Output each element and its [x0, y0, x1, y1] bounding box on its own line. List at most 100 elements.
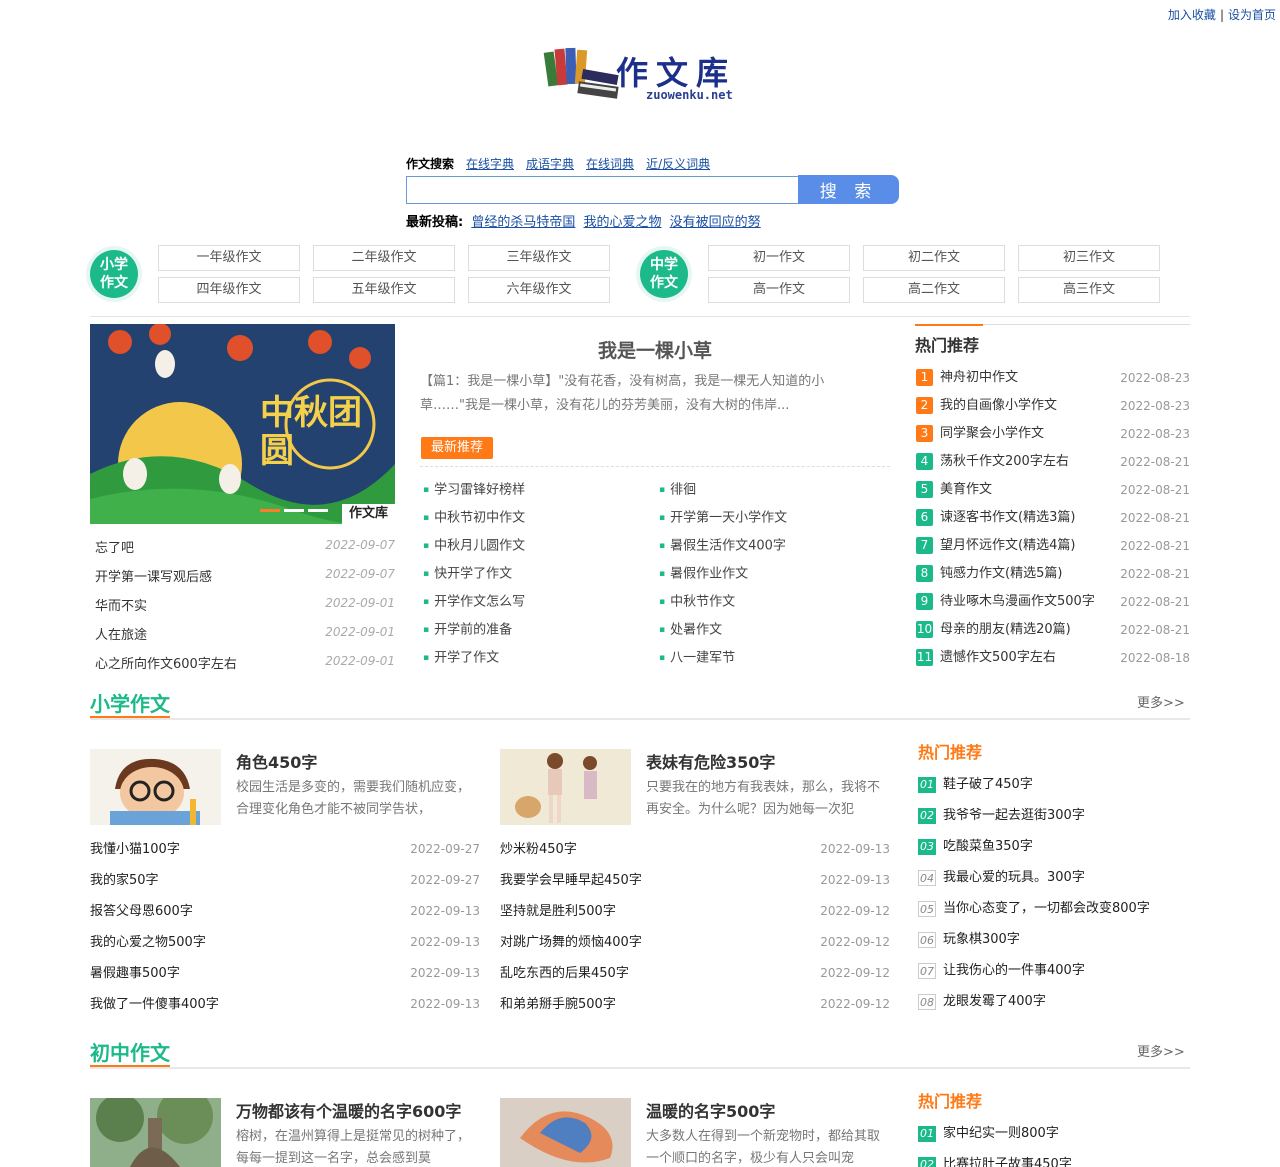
hot-list-item[interactable]: 8 钝感力作文(精选5篇) 2022-08-21 [916, 560, 1190, 588]
hot-list-item[interactable]: 11 遗憾作文500字左右 2022-08-18 [916, 644, 1190, 672]
grade-button[interactable]: 六年级作文 [468, 277, 610, 303]
hot-list-item[interactable]: 9 待业啄木鸟漫画作文500字 2022-08-21 [916, 588, 1190, 616]
tab-synonym-dictionary[interactable]: 近/反义词典 [646, 155, 710, 172]
list-item[interactable]: 中秋节作文 [659, 588, 889, 616]
grade-button[interactable]: 一年级作文 [158, 245, 300, 271]
featured-title[interactable]: 我是一棵小草 [420, 336, 890, 363]
list-item[interactable]: 我的家50字 2022-09-27 [90, 865, 480, 896]
grade-button[interactable]: 四年级作文 [158, 277, 300, 303]
list-item[interactable]: 八一建军节 [659, 644, 889, 672]
grade-button[interactable]: 高一作文 [708, 277, 850, 303]
hot-list-item[interactable]: 01 家中纪实一则800字 [918, 1118, 1190, 1149]
add-favorite-link[interactable]: 加入收藏 [1168, 8, 1216, 22]
list-item-title: 坚持就是胜利500字 [500, 904, 616, 919]
set-homepage-link[interactable]: 设为首页 [1228, 8, 1276, 22]
grade-button[interactable]: 二年级作文 [313, 245, 455, 271]
site-logo[interactable]: 作文库 zuowenku.net [542, 44, 752, 106]
banner-dot[interactable] [260, 509, 280, 512]
list-item[interactable]: 心之所向作文600字左右 2022-09-01 [90, 650, 395, 679]
card-image[interactable] [90, 1098, 221, 1167]
list-item[interactable]: 我做了一件傻事400字 2022-09-13 [90, 989, 480, 1020]
hot-list-item[interactable]: 2 我的自画像小学作文 2022-08-23 [916, 392, 1190, 420]
grade-button[interactable]: 高二作文 [863, 277, 1005, 303]
tab-composition-search[interactable]: 作文搜索 [406, 155, 454, 172]
tab-online-dictionary[interactable]: 在线字典 [466, 155, 514, 172]
hot-list-item[interactable]: 07 让我伤心的一件事400字 [918, 955, 1190, 986]
grade-button[interactable]: 初一作文 [708, 245, 850, 271]
list-item[interactable]: 开学了作文 [423, 644, 653, 672]
list-item[interactable]: 忘了吧 2022-09-07 [90, 534, 395, 563]
card-image[interactable] [500, 749, 631, 825]
hot-list-item[interactable]: 3 同学聚会小学作文 2022-08-23 [916, 420, 1190, 448]
rank-badge: 06 [918, 931, 936, 948]
search-input[interactable] [406, 176, 799, 204]
list-item[interactable]: 开学前的准备 [423, 616, 653, 644]
list-item[interactable]: 乱吃东西的后果450字 2022-09-12 [500, 958, 890, 989]
list-item[interactable]: 坚持就是胜利500字 2022-09-12 [500, 896, 890, 927]
hot-list-item[interactable]: 10 母亲的朋友(精选20篇) 2022-08-21 [916, 616, 1190, 644]
hot-list-item-title: 比赛拉肚子故事450字 [943, 1157, 1072, 1167]
card-title[interactable]: 万物都该有个温暖的名字600字 [236, 1098, 461, 1122]
rank-badge: 5 [916, 481, 933, 498]
list-item[interactable]: 报答父母恩600字 2022-09-13 [90, 896, 480, 927]
list-item[interactable]: 处暑作文 [659, 616, 889, 644]
list-item[interactable]: 学习雷锋好榜样 [423, 476, 653, 504]
list-item[interactable]: 暑假趣事500字 2022-09-13 [90, 958, 480, 989]
list-item[interactable]: 中秋节初中作文 [423, 504, 653, 532]
list-item[interactable]: 对跳广场舞的烦恼400字 2022-09-12 [500, 927, 890, 958]
list-item[interactable]: 快开学了作文 [423, 560, 653, 588]
hot-list-item[interactable]: 01 鞋子破了450字 [918, 769, 1190, 800]
middle-more-link[interactable]: 更多>> [1137, 1041, 1185, 1060]
banner-dot[interactable] [284, 509, 304, 512]
hot-list-item[interactable]: 1 神舟初中作文 2022-08-23 [916, 364, 1190, 392]
list-item[interactable]: 华而不实 2022-09-01 [90, 592, 395, 621]
hot-list-item[interactable]: 05 当你心态变了，一切都会改变800字 [918, 893, 1190, 924]
hot-list-item[interactable]: 04 我最心爱的玩具。300字 [918, 862, 1190, 893]
hot-list-item[interactable]: 08 龙眼发霉了400字 [918, 986, 1190, 1017]
list-item[interactable]: 和弟弟掰手腕500字 2022-09-12 [500, 989, 890, 1020]
latest-item[interactable]: 没有被回应的努 [670, 215, 761, 230]
grade-button[interactable]: 五年级作文 [313, 277, 455, 303]
tab-online-lexicon[interactable]: 在线词典 [586, 155, 634, 172]
list-item[interactable]: 开学第一课写观后感 2022-09-07 [90, 563, 395, 592]
list-item[interactable]: 徘徊 [659, 476, 889, 504]
grade-button[interactable]: 三年级作文 [468, 245, 610, 271]
list-item[interactable]: 我懂小猫100字 2022-09-27 [90, 834, 480, 865]
hot-list-item[interactable]: 4 荡秋千作文200字左右 2022-08-21 [916, 448, 1190, 476]
list-item[interactable]: 开学作文怎么写 [423, 588, 653, 616]
list-item[interactable]: 中秋月儿圆作文 [423, 532, 653, 560]
latest-item[interactable]: 曾经的杀马特帝国 [471, 215, 575, 230]
hot-list-item[interactable]: 02 比赛拉肚子故事450字 [918, 1149, 1190, 1167]
primary-more-link[interactable]: 更多>> [1137, 692, 1185, 711]
card-title[interactable]: 温暖的名字500字 [646, 1098, 775, 1122]
list-item[interactable]: 炒米粉450字 2022-09-13 [500, 834, 890, 865]
grade-button[interactable]: 初三作文 [1018, 245, 1160, 271]
primary-section-title[interactable]: 小学作文 [90, 688, 170, 717]
grade-button[interactable]: 初二作文 [863, 245, 1005, 271]
hot-list-item[interactable]: 03 吃酸菜鱼350字 [918, 831, 1190, 862]
tab-idiom-dictionary[interactable]: 成语字典 [526, 155, 574, 172]
list-item[interactable]: 暑假作业作文 [659, 560, 889, 588]
middle-section-title[interactable]: 初中作文 [90, 1037, 170, 1066]
hot-list-item[interactable]: 7 望月怀远作文(精选4篇) 2022-08-21 [916, 532, 1190, 560]
list-item[interactable]: 开学第一天小学作文 [659, 504, 889, 532]
search-button[interactable]: 搜 索 [798, 175, 899, 204]
hot-list-item[interactable]: 5 美育作文 2022-08-21 [916, 476, 1190, 504]
card-image[interactable] [90, 749, 221, 825]
list-item[interactable]: 人在旅途 2022-09-01 [90, 621, 395, 650]
hot-list-item[interactable]: 6 谏逐客书作文(精选3篇) 2022-08-21 [916, 504, 1190, 532]
card-title[interactable]: 表妹有危险350字 [646, 749, 775, 773]
badge-line: 作文 [100, 275, 128, 291]
list-item[interactable]: 我的心爱之物500字 2022-09-13 [90, 927, 480, 958]
grade-button[interactable]: 高三作文 [1018, 277, 1160, 303]
card-image[interactable] [500, 1098, 631, 1167]
hot-list-item[interactable]: 06 玩象棋300字 [918, 924, 1190, 955]
card-title[interactable]: 角色450字 [236, 749, 317, 773]
latest-item[interactable]: 我的心爱之物 [584, 215, 662, 230]
list-item[interactable]: 暑假生活作文400字 [659, 532, 889, 560]
hot-list-item[interactable]: 02 我爷爷一起去逛街300字 [918, 800, 1190, 831]
list-item[interactable]: 我要学会早睡早起450字 2022-09-13 [500, 865, 890, 896]
banner-dot[interactable] [308, 509, 328, 512]
card-description: 校园生活是多变的，需要我们随机应变，合理变化角色才能不被同学告状， [236, 780, 471, 817]
banner-image[interactable]: 中秋团圆 作文库 [90, 324, 395, 524]
